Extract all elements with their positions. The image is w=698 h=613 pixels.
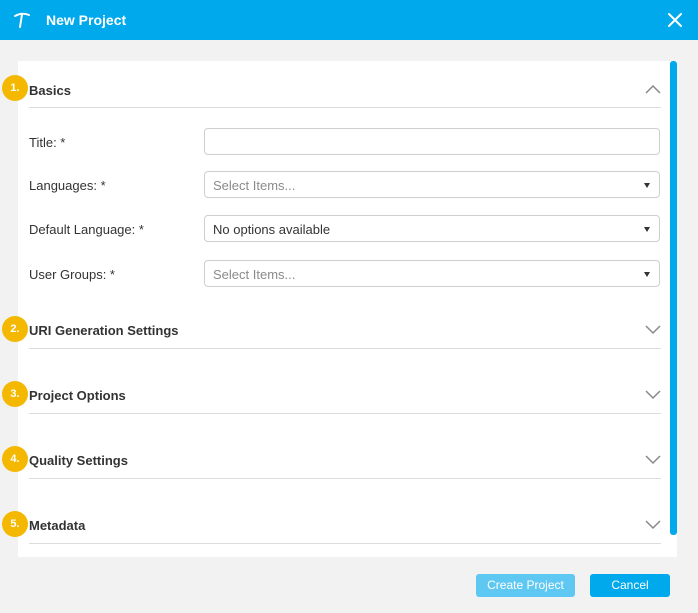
section-metadata[interactable]: Metadata — [29, 511, 661, 544]
chevron-down-icon[interactable] — [645, 325, 661, 335]
user-groups-placeholder: Select Items... — [213, 267, 296, 282]
chevron-up-icon[interactable] — [645, 84, 661, 94]
chevron-down-icon[interactable] — [645, 455, 661, 465]
section-title: Basics — [29, 83, 71, 98]
default-language-value: No options available — [213, 222, 331, 237]
section-project-options[interactable]: Project Options — [29, 381, 661, 414]
section-quality-settings[interactable]: Quality Settings — [29, 446, 661, 479]
languages-label: Languages: * — [29, 178, 106, 193]
section-uri-generation[interactable]: URI Generation Settings — [29, 316, 661, 349]
dropdown-caret-icon — [644, 183, 650, 188]
dropdown-caret-icon — [644, 272, 650, 277]
step-badge-5: 5. — [2, 511, 28, 537]
dialog-titlebar: New Project — [0, 0, 698, 40]
languages-placeholder: Select Items... — [213, 178, 296, 193]
chevron-down-icon[interactable] — [645, 390, 661, 400]
default-language-select[interactable]: No options available — [204, 215, 660, 242]
cancel-button[interactable]: Cancel — [590, 574, 670, 597]
logo-icon — [14, 12, 30, 28]
title-label: Title: * — [29, 135, 66, 150]
dropdown-caret-icon — [644, 227, 650, 232]
title-input[interactable] — [204, 128, 660, 155]
step-badge-1: 1. — [2, 75, 28, 101]
step-badge-4: 4. — [2, 446, 28, 472]
section-basics[interactable]: Basics — [29, 76, 661, 108]
section-title: Metadata — [29, 518, 86, 533]
section-title: Project Options — [29, 388, 126, 403]
default-language-label: Default Language: * — [29, 222, 144, 237]
form-panel: Basics Title: * Languages: * Select Item… — [18, 61, 677, 557]
scrollbar[interactable] — [670, 61, 677, 535]
create-project-button[interactable]: Create Project — [476, 574, 575, 597]
section-title: URI Generation Settings — [29, 323, 179, 338]
user-groups-label: User Groups: * — [29, 267, 115, 282]
user-groups-select[interactable]: Select Items... — [204, 260, 660, 287]
step-badge-3: 3. — [2, 381, 28, 407]
chevron-down-icon[interactable] — [645, 520, 661, 530]
dialog-title: New Project — [46, 12, 127, 28]
section-title: Quality Settings — [29, 453, 128, 468]
languages-select[interactable]: Select Items... — [204, 171, 660, 198]
close-icon[interactable] — [666, 11, 684, 29]
step-badge-2: 2. — [2, 316, 28, 342]
